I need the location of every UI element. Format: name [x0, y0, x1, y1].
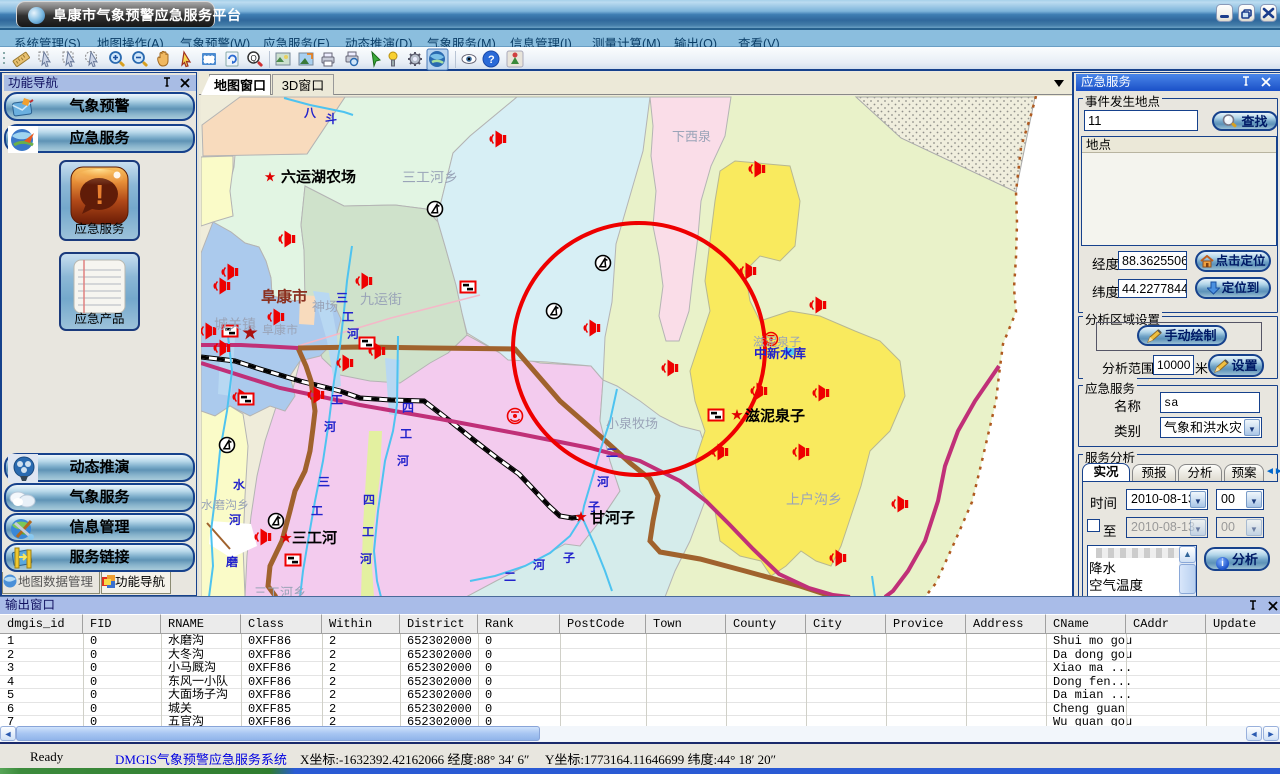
svg-text:水磨沟乡: 水磨沟乡: [201, 498, 249, 512]
svg-text:上户沟乡: 上户沟乡: [786, 491, 842, 507]
svg-text:三: 三: [318, 475, 330, 489]
svg-text:九运街: 九运街: [360, 291, 402, 307]
svg-text:河: 河: [229, 513, 241, 527]
svg-text:小泉牧场: 小泉牧场: [606, 416, 658, 431]
svg-text:三工河乡: 三工河乡: [402, 169, 458, 185]
svg-text:神场: 神场: [312, 299, 338, 314]
svg-text:二: 二: [606, 446, 618, 460]
svg-text:四: 四: [402, 401, 414, 415]
svg-text:阜康市: 阜康市: [261, 288, 308, 306]
svg-text:工: 工: [342, 310, 354, 324]
svg-text:四: 四: [363, 493, 375, 507]
svg-text:子: 子: [588, 500, 600, 514]
svg-text:六运湖农场: 六运湖农场: [281, 169, 356, 186]
svg-text:工: 工: [331, 393, 343, 407]
svg-text:三工河乡: 三工河乡: [254, 585, 306, 596]
svg-text:河: 河: [533, 558, 545, 572]
svg-text:河: 河: [347, 327, 359, 341]
svg-text:滋泥泉子: 滋泥泉子: [745, 407, 805, 425]
svg-text:磨: 磨: [225, 555, 239, 569]
svg-text:斗: 斗: [325, 112, 337, 126]
svg-text:下西泉: 下西泉: [672, 129, 711, 144]
svg-text:二: 二: [504, 570, 516, 584]
svg-text:工: 工: [311, 504, 323, 518]
svg-text:河: 河: [597, 475, 609, 489]
svg-text:河: 河: [360, 552, 372, 566]
svg-text:中新水库: 中新水库: [754, 346, 806, 361]
svg-text:?: ?: [488, 54, 495, 66]
svg-text:工: 工: [362, 525, 374, 539]
svg-text:河: 河: [397, 454, 409, 468]
svg-text:阜康市: 阜康市: [262, 323, 298, 337]
svg-text:城关镇: 城关镇: [214, 316, 256, 332]
svg-text:水: 水: [233, 478, 246, 492]
svg-text:子: 子: [563, 551, 575, 565]
svg-text:工: 工: [400, 427, 412, 441]
svg-text:河: 河: [324, 420, 336, 434]
svg-text:八: 八: [303, 106, 317, 120]
svg-text:Q: Q: [251, 54, 257, 63]
svg-text:三: 三: [336, 291, 348, 305]
svg-text:三工河: 三工河: [292, 530, 337, 547]
